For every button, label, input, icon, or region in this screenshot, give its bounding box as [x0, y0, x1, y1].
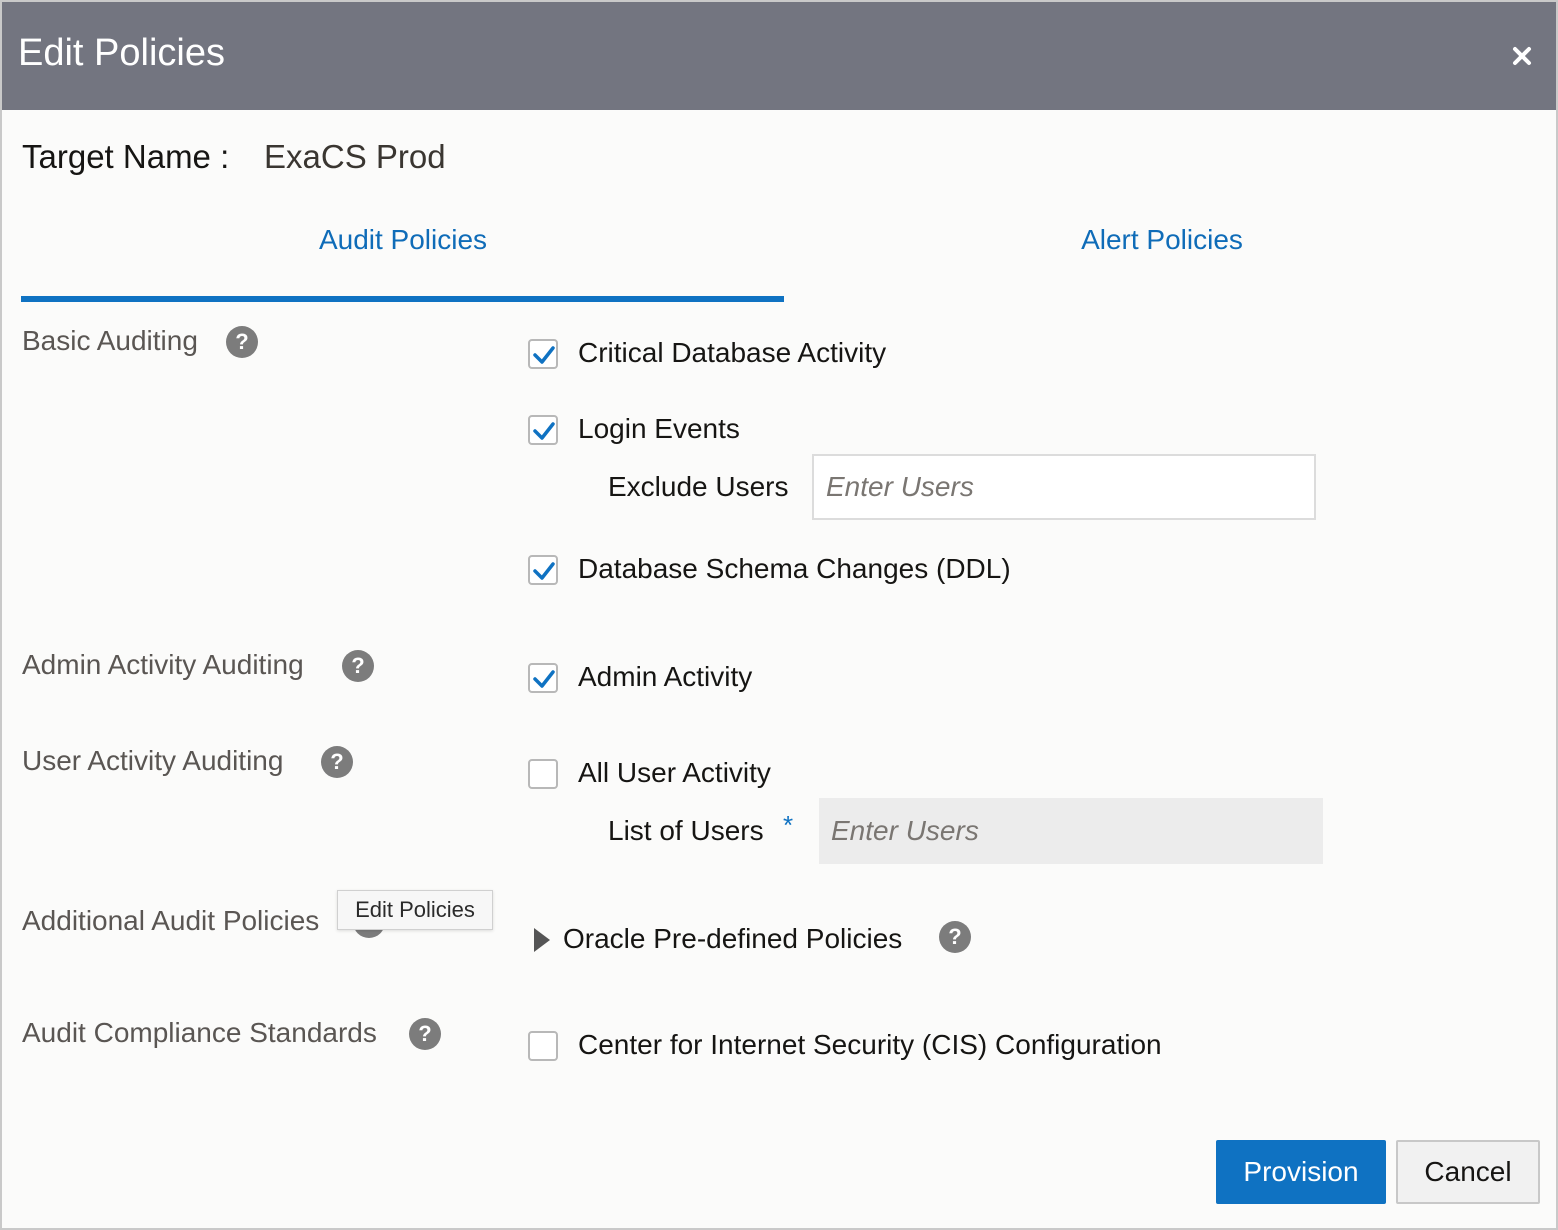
tab-audit-policies[interactable]: Audit Policies — [22, 224, 784, 256]
login-events-checkbox[interactable] — [528, 415, 558, 445]
audit-compliance-standards-label: Audit Compliance Standards — [22, 1017, 377, 1048]
admin-activity-label[interactable]: Admin Activity — [578, 661, 752, 693]
exclude-users-label: Exclude Users — [608, 471, 789, 502]
list-of-users-label: List of Users — [608, 815, 764, 846]
login-events-label[interactable]: Login Events — [578, 413, 740, 445]
close-icon[interactable] — [1504, 38, 1540, 74]
edit-policies-tooltip: Edit Policies — [337, 890, 493, 930]
expand-triangle-icon[interactable] — [532, 926, 552, 959]
help-icon[interactable]: ? — [321, 746, 353, 778]
database-schema-changes-checkbox[interactable] — [528, 555, 558, 585]
admin-activity-checkbox[interactable] — [528, 663, 558, 693]
oracle-predefined-policies-expander[interactable]: Oracle Pre-defined Policies — [563, 923, 902, 955]
critical-database-activity-checkbox[interactable] — [528, 339, 558, 369]
all-user-activity-label[interactable]: All User Activity — [578, 757, 771, 789]
required-indicator: * — [783, 810, 794, 840]
target-name-label: Target Name : — [22, 138, 230, 175]
database-schema-changes-label[interactable]: Database Schema Changes (DDL) — [578, 553, 1011, 585]
selected-tab-indicator — [21, 296, 784, 302]
help-icon[interactable]: ? — [342, 650, 374, 682]
cis-configuration-checkbox[interactable] — [528, 1031, 558, 1061]
dialog-title: Edit Policies — [18, 32, 225, 74]
tab-alert-policies[interactable]: Alert Policies — [784, 224, 1540, 256]
list-of-users-input[interactable] — [819, 798, 1323, 864]
provision-button[interactable]: Provision — [1216, 1140, 1386, 1204]
user-activity-auditing-label: User Activity Auditing — [22, 745, 284, 776]
cis-configuration-label[interactable]: Center for Internet Security (CIS) Confi… — [578, 1029, 1162, 1061]
help-icon[interactable]: ? — [226, 326, 258, 358]
edit-policies-dialog: Edit Policies Target Name : ExaCS Prod A… — [0, 0, 1558, 1230]
help-icon[interactable]: ? — [939, 921, 971, 953]
critical-database-activity-label[interactable]: Critical Database Activity — [578, 337, 886, 369]
target-name-value: ExaCS Prod — [264, 138, 446, 175]
dialog-titlebar: Edit Policies — [2, 2, 1556, 110]
basic-auditing-label: Basic Auditing — [22, 325, 198, 356]
additional-audit-policies-label: Additional Audit Policies — [22, 905, 320, 936]
admin-activity-auditing-label: Admin Activity Auditing — [22, 649, 304, 680]
cancel-button[interactable]: Cancel — [1396, 1140, 1540, 1204]
help-icon[interactable]: ? — [409, 1018, 441, 1050]
exclude-users-input[interactable] — [812, 454, 1316, 520]
all-user-activity-checkbox[interactable] — [528, 759, 558, 789]
